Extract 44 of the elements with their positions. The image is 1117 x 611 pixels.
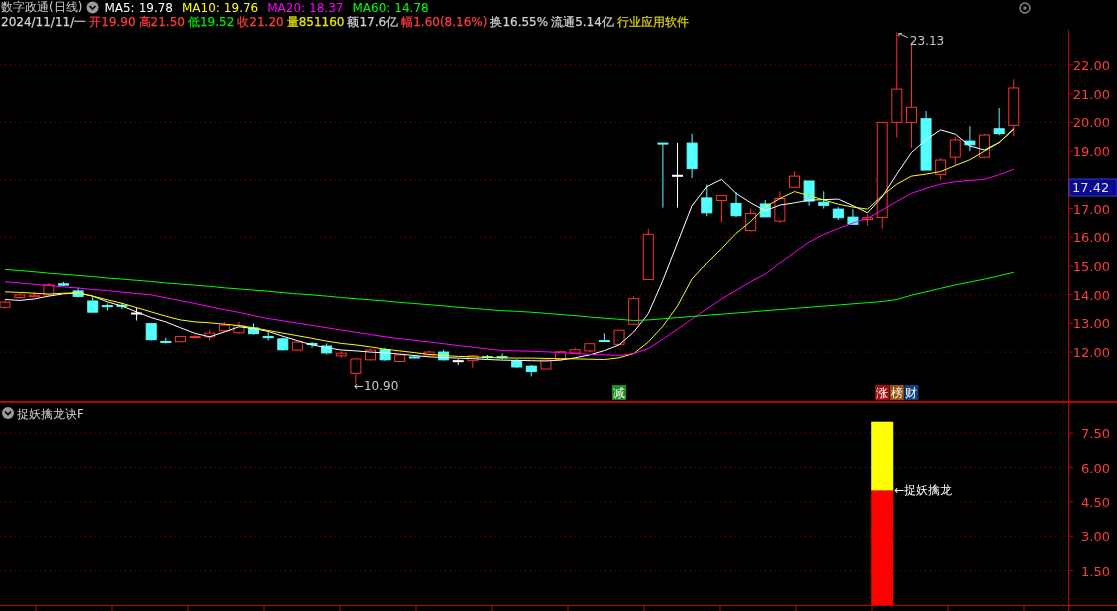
axis-tick-label: 3.00 bbox=[1081, 529, 1110, 545]
indicator-label: ←捉妖擒龙 bbox=[894, 483, 953, 498]
axis-tick-label: 21.00 bbox=[1072, 86, 1110, 102]
axis-tick-label: 22.00 bbox=[1072, 58, 1110, 73]
quote-field: 量851160 bbox=[286, 14, 345, 31]
axis-tick-label: 13.00 bbox=[1072, 316, 1110, 332]
axis-tick-label: 6.00 bbox=[1081, 460, 1110, 476]
ma-reading: 18.37 bbox=[309, 0, 344, 15]
price-label: 23.13 bbox=[909, 33, 945, 48]
quote-field: 换16.55% bbox=[490, 14, 549, 31]
quote-field: 额17.6亿 bbox=[347, 14, 399, 31]
axis-tick-label: 20.00 bbox=[1072, 115, 1110, 131]
price-label: ←10.90 bbox=[353, 378, 399, 393]
quote-field: 行业应用软件 bbox=[616, 14, 689, 31]
axis-tick-label: 17.00 bbox=[1072, 201, 1110, 217]
quote-field: 低19.52 bbox=[187, 14, 235, 31]
quote-field: 流通5.14亿 bbox=[551, 14, 614, 31]
quote-field: 幅1.60(8.16%) bbox=[401, 14, 488, 31]
signal-tag: 财 bbox=[904, 385, 919, 400]
ma-reading: 14.78 bbox=[394, 0, 429, 15]
ma-name: MA60: bbox=[352, 0, 391, 15]
signal-tag: 涨 bbox=[875, 385, 890, 400]
stock-title: 数字政通(日线) bbox=[1, 0, 83, 16]
signal-tag: 榜 bbox=[889, 385, 904, 400]
ma-reading: 19.78 bbox=[138, 0, 173, 15]
quote-field: 2024/11/11/一 bbox=[1, 14, 87, 31]
ma-name: MA10: bbox=[182, 0, 220, 15]
quote-field: 开19.90 bbox=[89, 14, 136, 31]
quote-field: 收21.20 bbox=[237, 14, 284, 31]
signal-tag: 减 bbox=[612, 385, 627, 400]
ma-name: MA5: bbox=[104, 0, 135, 15]
axis-tick-label: 19.00 bbox=[1072, 144, 1110, 160]
axis-tick-label: 12.00 bbox=[1072, 345, 1110, 361]
indicator-title: 捉妖擒龙诀F bbox=[17, 407, 84, 421]
axis-tick-label: 15.00 bbox=[1072, 258, 1110, 274]
ma-reading: 19.76 bbox=[223, 0, 259, 15]
axis-tick-label: 14.00 bbox=[1072, 287, 1110, 303]
axis-tick-label: 4.50 bbox=[1081, 494, 1110, 510]
axis-tick-label: 7.50 bbox=[1081, 426, 1110, 442]
current-price-label: 17.42 bbox=[1068, 178, 1117, 197]
axis-tick-label: 16.00 bbox=[1072, 230, 1110, 246]
axis-tick-label: 1.50 bbox=[1081, 563, 1110, 579]
quote-field: 高21.50 bbox=[138, 14, 185, 31]
ma-name: MA20: bbox=[267, 0, 306, 15]
